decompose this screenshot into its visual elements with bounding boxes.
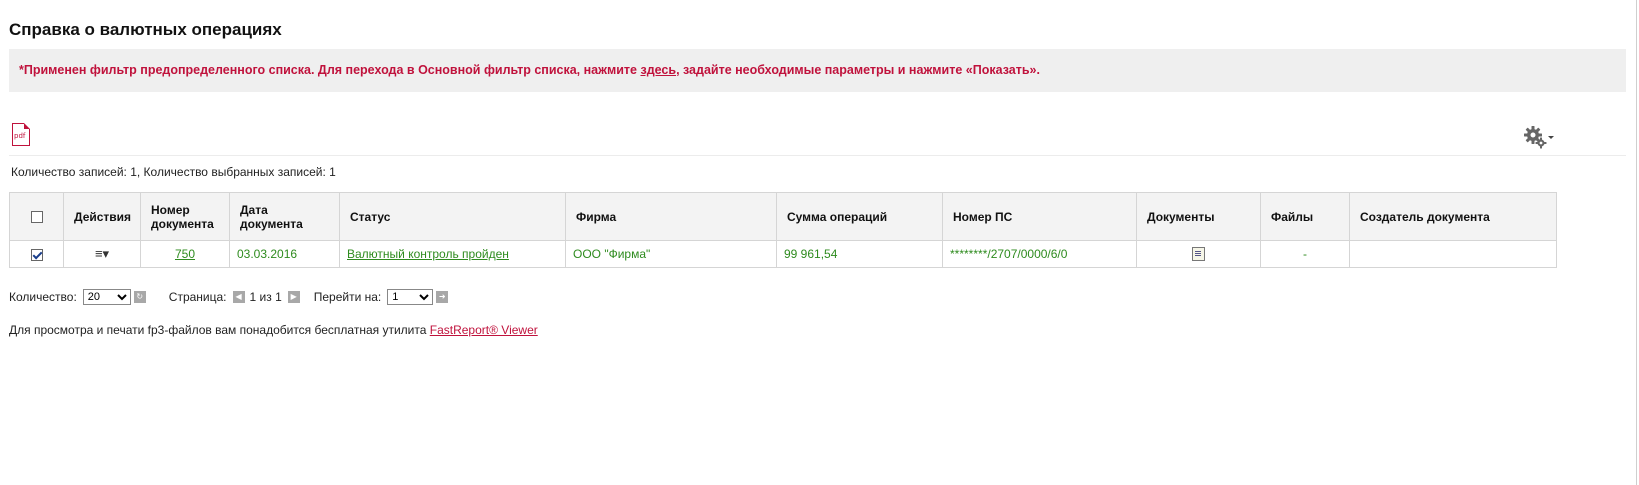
sum-cell: 99 961,54 (776, 240, 943, 268)
creator-cell (1349, 240, 1557, 268)
pdf-icon-label: pdf (14, 132, 26, 140)
filter-notice: *Применен фильтр предопределенного списк… (9, 49, 1626, 92)
column-header-actions[interactable]: Действия (63, 192, 141, 241)
status-link[interactable]: Валютный контроль пройден (347, 247, 509, 261)
row-select-cell (9, 240, 64, 268)
goto-arrow-icon[interactable]: ➜ (436, 291, 449, 303)
operations-table: Действия Номер документа Дата документа … (9, 192, 1557, 268)
records-summary: Количество записей: 1, Количество выбран… (11, 165, 336, 179)
page-title: Справка о валютных операциях (9, 20, 282, 39)
filter-notice-text-end: , задайте необходимые параметры и нажмит… (676, 63, 1040, 77)
next-page-icon[interactable]: ▶ (287, 291, 300, 303)
status-cell: Валютный контроль пройден (339, 240, 566, 268)
column-header-doc-date[interactable]: Дата документа (229, 192, 340, 241)
prev-page-icon[interactable]: ◀ (232, 291, 245, 303)
select-all-header (9, 192, 64, 241)
files-cell: - (1260, 240, 1350, 268)
row-checkbox[interactable] (30, 248, 43, 261)
firm-cell: ООО "Фирма" (565, 240, 777, 268)
toolbar-divider (9, 155, 1626, 156)
column-header-creator[interactable]: Создатель документа (1349, 192, 1557, 241)
refresh-icon[interactable]: ↻ (133, 291, 146, 303)
doc-number-cell: 750 (140, 240, 230, 268)
ps-number-cell: ********/2707/0000/6/0 (942, 240, 1137, 268)
pagination-bar: Количество: 20 ↻ Страница: ◀ 1 из 1 ▶ Пе… (9, 289, 449, 305)
column-header-files[interactable]: Файлы (1260, 192, 1350, 241)
count-label: Количество: (9, 290, 77, 304)
table-row[interactable]: ≡▾ 750 03.03.2016 Валютный контроль прой… (9, 240, 1557, 268)
page-scrollbar[interactable] (1636, 0, 1637, 485)
fastreport-viewer-link[interactable]: FastReport® Viewer (430, 323, 538, 337)
column-header-ps-number[interactable]: Номер ПС (942, 192, 1137, 241)
documents-cell (1136, 240, 1261, 268)
document-icon[interactable] (1192, 247, 1205, 262)
count-select[interactable]: 20 (82, 289, 131, 305)
table-header-row: Действия Номер документа Дата документа … (9, 192, 1557, 241)
column-header-documents[interactable]: Документы (1136, 192, 1261, 241)
goto-label: Перейти на: (313, 290, 382, 304)
column-header-sum[interactable]: Сумма операций (776, 192, 943, 241)
footer-text: Для просмотра и печати fp3-файлов вам по… (9, 323, 430, 337)
column-header-status[interactable]: Статус (339, 192, 566, 241)
doc-number-link[interactable]: 750 (175, 247, 195, 261)
actions-menu-icon[interactable]: ≡▾ (95, 246, 109, 262)
page-label: Страница: (168, 290, 227, 304)
doc-date-cell: 03.03.2016 (229, 240, 340, 268)
footer-note: Для просмотра и печати fp3-файлов вам по… (9, 323, 538, 337)
row-actions-cell: ≡▾ (63, 240, 141, 268)
column-header-doc-number[interactable]: Номер документа (140, 192, 230, 241)
page-info: 1 из 1 (249, 290, 282, 304)
column-header-firm[interactable]: Фирма (565, 192, 777, 241)
pdf-export-icon[interactable]: pdf (12, 123, 30, 146)
settings-gear-icon[interactable] (1524, 124, 1556, 150)
filter-notice-link[interactable]: здесь (640, 63, 676, 77)
goto-page-select[interactable]: 1 (387, 289, 434, 305)
filter-notice-text: *Применен фильтр предопределенного списк… (19, 63, 641, 77)
select-all-checkbox[interactable] (30, 211, 43, 224)
